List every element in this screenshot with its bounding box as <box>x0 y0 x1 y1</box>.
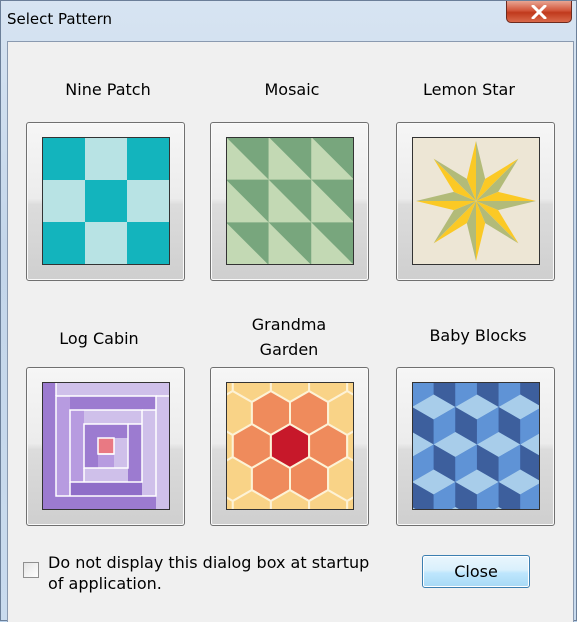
nine-patch-icon <box>42 137 170 265</box>
startup-checkbox-label-line2: of application. <box>48 574 162 593</box>
nine-patch-label: Nine Patch <box>65 80 151 99</box>
window-close-button[interactable] <box>506 1 572 23</box>
log-cabin-icon <box>42 382 170 510</box>
grandma-garden-icon <box>226 382 354 510</box>
startup-checkbox-label-line1: Do not display this dialog box at startu… <box>48 553 370 572</box>
mosaic-tile[interactable] <box>210 122 369 281</box>
title-bar[interactable]: Select Pattern <box>1 1 576 37</box>
log-cabin-tile[interactable] <box>26 367 185 526</box>
lemon-star-label: Lemon Star <box>423 80 515 99</box>
grandma-garden-tile[interactable] <box>210 367 369 526</box>
mosaic-icon <box>226 137 354 265</box>
grandma-garden-label-line1: Grandma <box>251 315 327 334</box>
select-pattern-dialog: Select Pattern Nine Patch Mosaic Lemon S… <box>0 0 577 622</box>
lemon-star-icon <box>412 137 540 265</box>
close-button[interactable]: Close <box>422 555 530 588</box>
baby-blocks-tile[interactable] <box>396 367 555 526</box>
window-title: Select Pattern <box>7 10 113 28</box>
close-x-icon <box>531 4 547 19</box>
lemon-star-tile[interactable] <box>396 122 555 281</box>
nine-patch-tile[interactable] <box>26 122 185 281</box>
mosaic-label: Mosaic <box>264 80 320 99</box>
baby-blocks-label: Baby Blocks <box>429 326 527 345</box>
baby-blocks-icon <box>412 382 540 510</box>
startup-checkbox[interactable] <box>23 562 39 578</box>
grandma-garden-label-line2: Garden <box>259 340 319 359</box>
dialog-body: Nine Patch Mosaic Lemon Star Log Cabin G… <box>7 41 574 622</box>
startup-checkbox-label[interactable]: Do not display this dialog box at startu… <box>48 552 388 594</box>
log-cabin-label: Log Cabin <box>59 329 139 348</box>
